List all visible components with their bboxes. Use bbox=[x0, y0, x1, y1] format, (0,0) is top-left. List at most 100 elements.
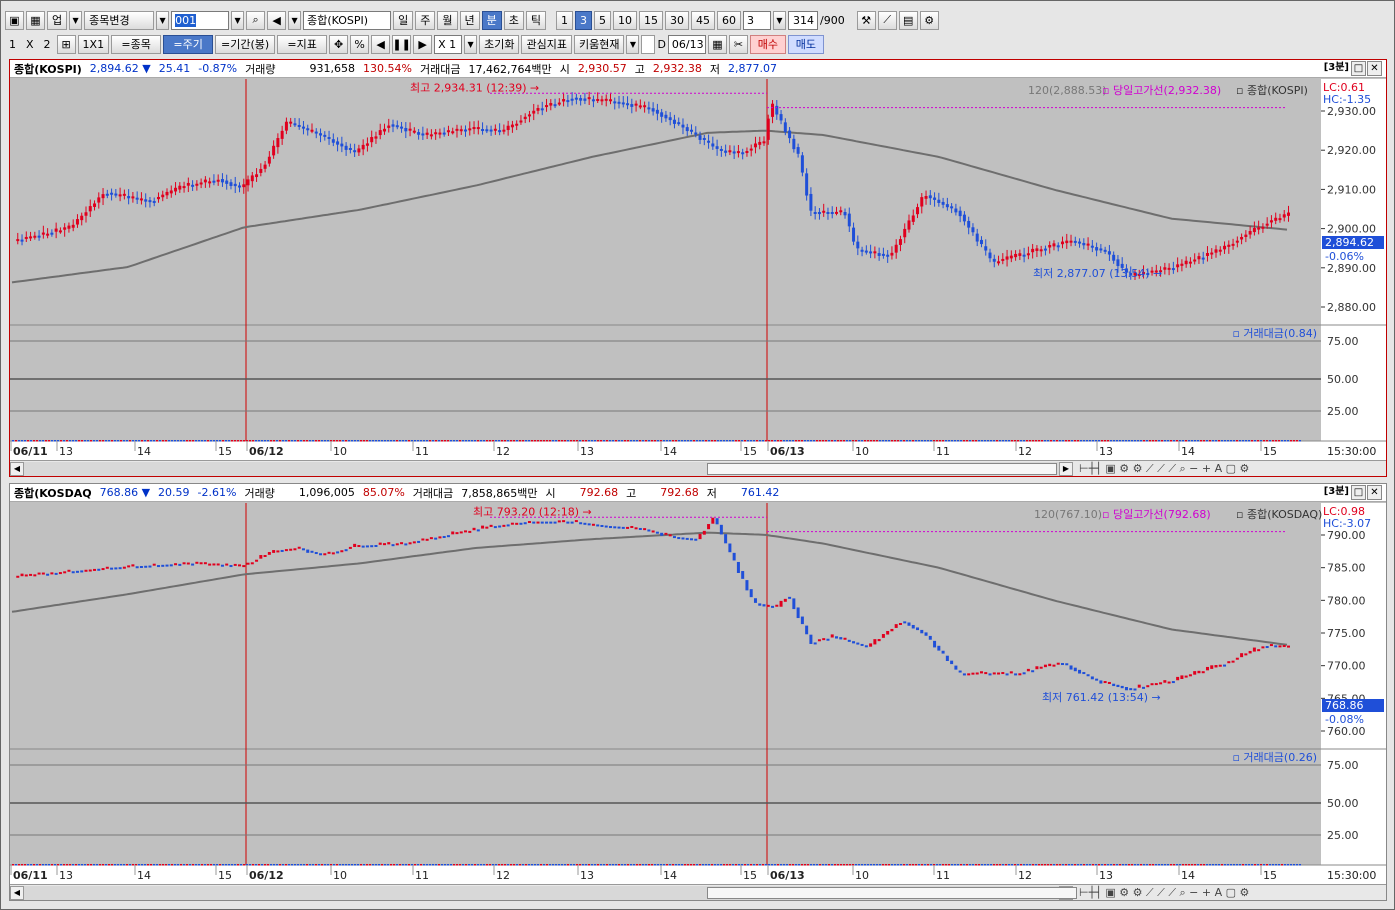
volume-bar bbox=[60, 440, 62, 442]
grid-icon[interactable]: ▦ bbox=[26, 10, 45, 30]
zoom-dropdown-icon[interactable]: ▼ bbox=[464, 34, 478, 54]
save-icon[interactable]: ▤ bbox=[898, 10, 918, 30]
candle-body bbox=[331, 139, 335, 143]
kosdaq-scrollbar[interactable]: ◀ ▶ ⊢┼┤ ▣ ⚙ ⚙ ⟋ ⟋ ⟋ ⌕ − + A ▢ ⚙ bbox=[10, 884, 1386, 900]
maximize-icon[interactable]: □ bbox=[1351, 485, 1366, 500]
period-minute[interactable]: 분 bbox=[481, 10, 502, 30]
candle-body bbox=[783, 122, 787, 133]
code-dropdown-icon[interactable]: ▼ bbox=[231, 10, 245, 30]
scroll-thumb[interactable] bbox=[707, 462, 1057, 475]
minute-10[interactable]: 10 bbox=[613, 10, 637, 30]
next-icon[interactable]: ▶ bbox=[413, 34, 433, 54]
calendar-icon[interactable]: ▦ bbox=[707, 34, 727, 54]
minute-45[interactable]: 45 bbox=[691, 10, 715, 30]
indicator-sync-button[interactable]: =지표 bbox=[277, 34, 328, 54]
volume-bar bbox=[249, 440, 251, 442]
period-tick[interactable]: 틱 bbox=[525, 10, 546, 30]
volume-bar bbox=[1032, 864, 1034, 866]
chart-tools[interactable]: ⊢┼┤ ▣ ⚙ ⚙ ⟋ ⟋ ⟋ ⌕ − + A ▢ ⚙ bbox=[1073, 886, 1249, 900]
tools-icon[interactable]: ⚒ bbox=[856, 10, 876, 30]
scroll-left-icon[interactable]: ◀ bbox=[10, 885, 24, 900]
symbol-change-select[interactable]: 종목변경 bbox=[84, 10, 155, 30]
watch-indicator-button[interactable]: 관심지표 bbox=[521, 34, 572, 54]
candle-body bbox=[992, 258, 996, 262]
scissors-icon[interactable]: ✂ bbox=[728, 34, 748, 54]
volume-bar bbox=[690, 864, 692, 866]
volume-bar bbox=[1077, 864, 1079, 866]
minute-15[interactable]: 15 bbox=[639, 10, 663, 30]
date-checkbox[interactable] bbox=[641, 34, 656, 54]
market-dropdown-icon[interactable]: ▼ bbox=[69, 10, 83, 30]
symbol-dropdown-icon[interactable]: ▼ bbox=[156, 10, 170, 30]
volume-bar bbox=[312, 864, 314, 866]
close-icon[interactable]: ✕ bbox=[1367, 485, 1382, 500]
pause-icon[interactable]: ❚❚ bbox=[392, 34, 412, 54]
interval-input[interactable]: 3 bbox=[743, 10, 771, 30]
candle-body bbox=[1278, 645, 1282, 648]
candle-body bbox=[110, 567, 114, 570]
volume-bar bbox=[18, 864, 20, 866]
period-second[interactable]: 초 bbox=[503, 10, 524, 30]
buy-button[interactable]: 매수 bbox=[749, 34, 786, 54]
volume-bar bbox=[876, 864, 878, 866]
ratio-button[interactable]: 1X1 bbox=[77, 34, 110, 54]
candle-body bbox=[830, 634, 834, 638]
reset-button[interactable]: 초기화 bbox=[479, 34, 520, 54]
candle-body bbox=[1193, 259, 1197, 262]
speaker-icon[interactable]: ◀ bbox=[267, 10, 287, 30]
code-input[interactable]: 001 bbox=[171, 10, 230, 30]
count-input[interactable]: 314 bbox=[788, 10, 818, 30]
minute-1[interactable]: 1 bbox=[556, 10, 573, 30]
search-icon[interactable]: ⌕ bbox=[246, 10, 266, 30]
volume-bar bbox=[1110, 864, 1112, 866]
candle-body bbox=[984, 672, 988, 675]
volume-value: 1,096,005 bbox=[298, 486, 355, 499]
minute-5[interactable]: 5 bbox=[594, 10, 611, 30]
move-icon[interactable]: ✥ bbox=[329, 34, 349, 54]
close-icon[interactable]: ✕ bbox=[1367, 61, 1382, 76]
symbol-sync-button[interactable]: =종목 bbox=[111, 34, 162, 54]
kiwoom-current-button[interactable]: 키움현재 bbox=[573, 34, 625, 54]
window-icon[interactable]: ▣ bbox=[5, 10, 24, 30]
kiwoom-dropdown-icon[interactable]: ▼ bbox=[626, 34, 640, 54]
minute-60[interactable]: 60 bbox=[717, 10, 741, 30]
layout-1[interactable]: 1 bbox=[5, 35, 20, 54]
minute-3[interactable]: 3 bbox=[575, 10, 592, 30]
volume-bar bbox=[198, 440, 200, 442]
sell-button[interactable]: 매도 bbox=[787, 34, 824, 54]
date-input[interactable]: 06/13 bbox=[667, 34, 706, 54]
settings-icon[interactable]: ⚙ bbox=[919, 10, 939, 30]
percent-icon[interactable]: % bbox=[350, 34, 370, 54]
kospi-scrollbar[interactable]: ◀ ▶ ⊢┼┤ ▣ ⚙ ⚙ ⟋ ⟋ ⟋ ⌕ − + A ▢ ⚙ bbox=[10, 460, 1386, 476]
volume-bar bbox=[309, 440, 311, 442]
layout-2[interactable]: 2 bbox=[40, 35, 55, 54]
volume-bar bbox=[1071, 864, 1073, 866]
scroll-track[interactable] bbox=[24, 461, 1059, 476]
interval-dropdown-icon[interactable]: ▼ bbox=[773, 10, 786, 30]
layout-grid-icon[interactable]: ⊞ bbox=[56, 34, 76, 54]
max-label: 최고 793.20 (12:18) → bbox=[473, 506, 592, 519]
period-month[interactable]: 월 bbox=[437, 10, 458, 30]
minute-30[interactable]: 30 bbox=[665, 10, 689, 30]
speaker-dropdown-icon[interactable]: ▼ bbox=[288, 10, 302, 30]
market-select[interactable]: 업 bbox=[47, 10, 68, 30]
period-day[interactable]: 일 bbox=[393, 10, 414, 30]
period-sync-button[interactable]: =주기 bbox=[163, 34, 214, 54]
layout-x[interactable]: X bbox=[22, 35, 38, 54]
scroll-track[interactable] bbox=[24, 885, 1077, 900]
range-sync-button[interactable]: =기간(봉) bbox=[215, 34, 276, 54]
maximize-icon[interactable]: □ bbox=[1351, 61, 1366, 76]
period-year[interactable]: 년 bbox=[459, 10, 480, 30]
volume-bar bbox=[720, 864, 722, 866]
scroll-thumb[interactable] bbox=[707, 886, 1077, 899]
zoom-input[interactable]: X 1 bbox=[434, 34, 463, 54]
volume-bar bbox=[813, 864, 815, 866]
period-week[interactable]: 주 bbox=[415, 10, 436, 30]
trend-icon[interactable]: ⟋ bbox=[877, 10, 897, 30]
prev-icon[interactable]: ◀ bbox=[371, 34, 391, 54]
scroll-right-icon[interactable]: ▶ bbox=[1059, 461, 1073, 476]
scroll-left-icon[interactable]: ◀ bbox=[10, 461, 24, 476]
kosdaq-chart-canvas[interactable]: ▫ 거래대금(0.26)75.0050.0025.00790.00785.007… bbox=[10, 503, 1386, 884]
kospi-chart-canvas[interactable]: ▫ 거래대금(0.84)75.0050.0025.002,930.002,920… bbox=[10, 79, 1386, 460]
chart-tools[interactable]: ⊢┼┤ ▣ ⚙ ⚙ ⟋ ⟋ ⟋ ⌕ − + A ▢ ⚙ bbox=[1073, 462, 1249, 476]
